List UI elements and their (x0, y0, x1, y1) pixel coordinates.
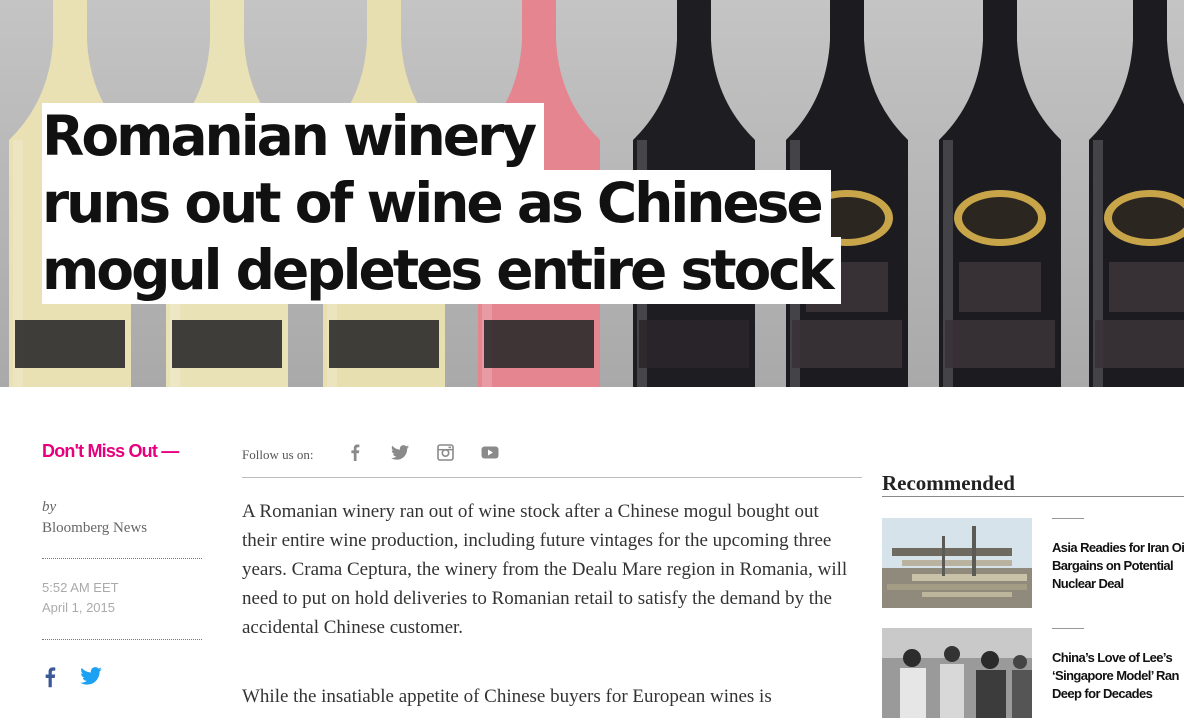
publish-time: 5:52 AM EET (42, 580, 119, 595)
twitter-share-icon[interactable] (80, 667, 104, 689)
recommended-headline-line: ‘Singapore Model’ Ran (1052, 668, 1179, 683)
headline-line-2: runs out of wine as Chinese (42, 170, 831, 237)
twitter-icon[interactable] (389, 441, 411, 463)
toolbar-divider (242, 477, 862, 478)
headline-line-1: Romanian winery (42, 103, 545, 170)
facebook-share-icon[interactable] (44, 666, 62, 690)
instagram-icon[interactable] (434, 441, 456, 463)
recommended-item[interactable]: Asia Readies for Iran Oil Bargains on Po… (882, 518, 1184, 610)
recommended-headline-line: Bargains on Potential (1052, 558, 1174, 573)
byline-divider (42, 558, 202, 559)
recommended-item[interactable]: China’s Love of Lee’s ‘Singapore Model’ … (882, 628, 1184, 720)
recommended-headline-line: Nuclear Deal (1052, 576, 1124, 591)
facebook-icon[interactable] (344, 441, 366, 463)
recommended-thumbnail (882, 518, 1032, 608)
recommended-dash (1052, 628, 1084, 629)
recommended-dash (1052, 518, 1084, 519)
recommended-headline-line: China’s Love of Lee’s (1052, 650, 1173, 665)
recommended-headline[interactable]: Asia Readies for Iran Oil Bargains on Po… (1052, 539, 1184, 593)
recommended-headline[interactable]: China’s Love of Lee’s ‘Singapore Model’ … (1052, 649, 1184, 703)
byline-author[interactable]: Bloomberg News (42, 520, 147, 537)
article-paragraph: A Romanian winery ran out of wine stock … (242, 501, 848, 638)
byline-prefix: by (42, 499, 57, 515)
youtube-icon[interactable] (479, 441, 501, 463)
article-paragraph: While the insatiable appetite of Chinese… (242, 686, 772, 707)
recommended-headline-line: Asia Readies for Iran Oil (1052, 540, 1184, 555)
follow-us-label: Follow us on: (242, 447, 314, 462)
recommended-headline-line: Deep for Decades (1052, 686, 1153, 701)
recommended-thumbnail (882, 628, 1032, 718)
dateline-divider (42, 639, 202, 640)
publish-date: April 1, 2015 (42, 600, 115, 615)
recommended-divider (882, 496, 1184, 497)
hero-image: Romanian winery runs out of wine as Chin… (0, 0, 1184, 387)
headline-line-3: mogul depletes entire stock (42, 237, 842, 304)
dont-miss-out-link[interactable]: Don't Miss Out — (42, 441, 179, 462)
recommended-heading: Recommended (882, 471, 1015, 495)
headline: Romanian winery runs out of wine as Chin… (42, 103, 842, 304)
